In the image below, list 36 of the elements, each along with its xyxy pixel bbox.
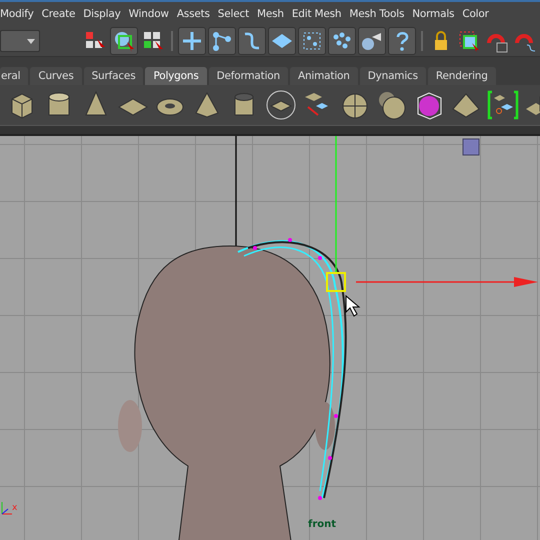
shelf-tab[interactable]: Dynamics	[360, 67, 426, 85]
menu-item[interactable]: Mesh Tools	[345, 8, 408, 20]
shelf-tab[interactable]: Curves	[30, 67, 82, 85]
curve-icon[interactable]	[238, 27, 266, 55]
shelf-tab[interactable]: Surfaces	[84, 67, 144, 85]
caret-icon[interactable]	[25, 36, 37, 46]
axis-label: x	[12, 504, 18, 513]
menu-item[interactable]: Display	[79, 8, 125, 20]
menu-item[interactable]: Edit Mesh	[288, 8, 346, 20]
menu-item[interactable]: Normals	[408, 8, 458, 20]
camera-label: front	[308, 520, 336, 530]
menu-item[interactable]: Window	[124, 8, 173, 20]
face-icon[interactable]	[268, 27, 296, 55]
axis-gizmo-icon	[2, 502, 12, 514]
mouse-cursor-icon	[346, 294, 360, 317]
menu-item[interactable]: Modify	[0, 8, 38, 20]
sphere-pair-icon[interactable]	[376, 89, 408, 121]
help-icon[interactable]	[388, 27, 416, 55]
menu-item[interactable]: Color	[458, 8, 493, 20]
menu-item[interactable]: Mesh	[253, 8, 288, 20]
shelf-tab[interactable]: Rendering	[428, 67, 496, 85]
lattice-icon[interactable]	[298, 27, 326, 55]
menu-item[interactable]: Assets	[172, 8, 214, 20]
shelf-tab[interactable]: Deformation	[208, 67, 288, 85]
menu-item[interactable]: Select	[214, 8, 253, 20]
select-by-object-icon[interactable]	[110, 27, 138, 55]
vertex-icon[interactable]	[208, 27, 236, 55]
sphere-effect-icon[interactable]	[358, 27, 386, 55]
particles-icon[interactable]	[328, 27, 356, 55]
plus-icon[interactable]	[178, 27, 206, 55]
circled-planes-icon[interactable]	[265, 89, 297, 121]
shelf-tab[interactable]: eral	[0, 67, 28, 85]
shelf-tab[interactable]: Animation	[290, 67, 358, 85]
mode-dropdown[interactable]	[0, 30, 40, 52]
shelf-tab[interactable]: Polygons	[145, 67, 207, 85]
menu-item[interactable]: Create	[38, 8, 80, 20]
